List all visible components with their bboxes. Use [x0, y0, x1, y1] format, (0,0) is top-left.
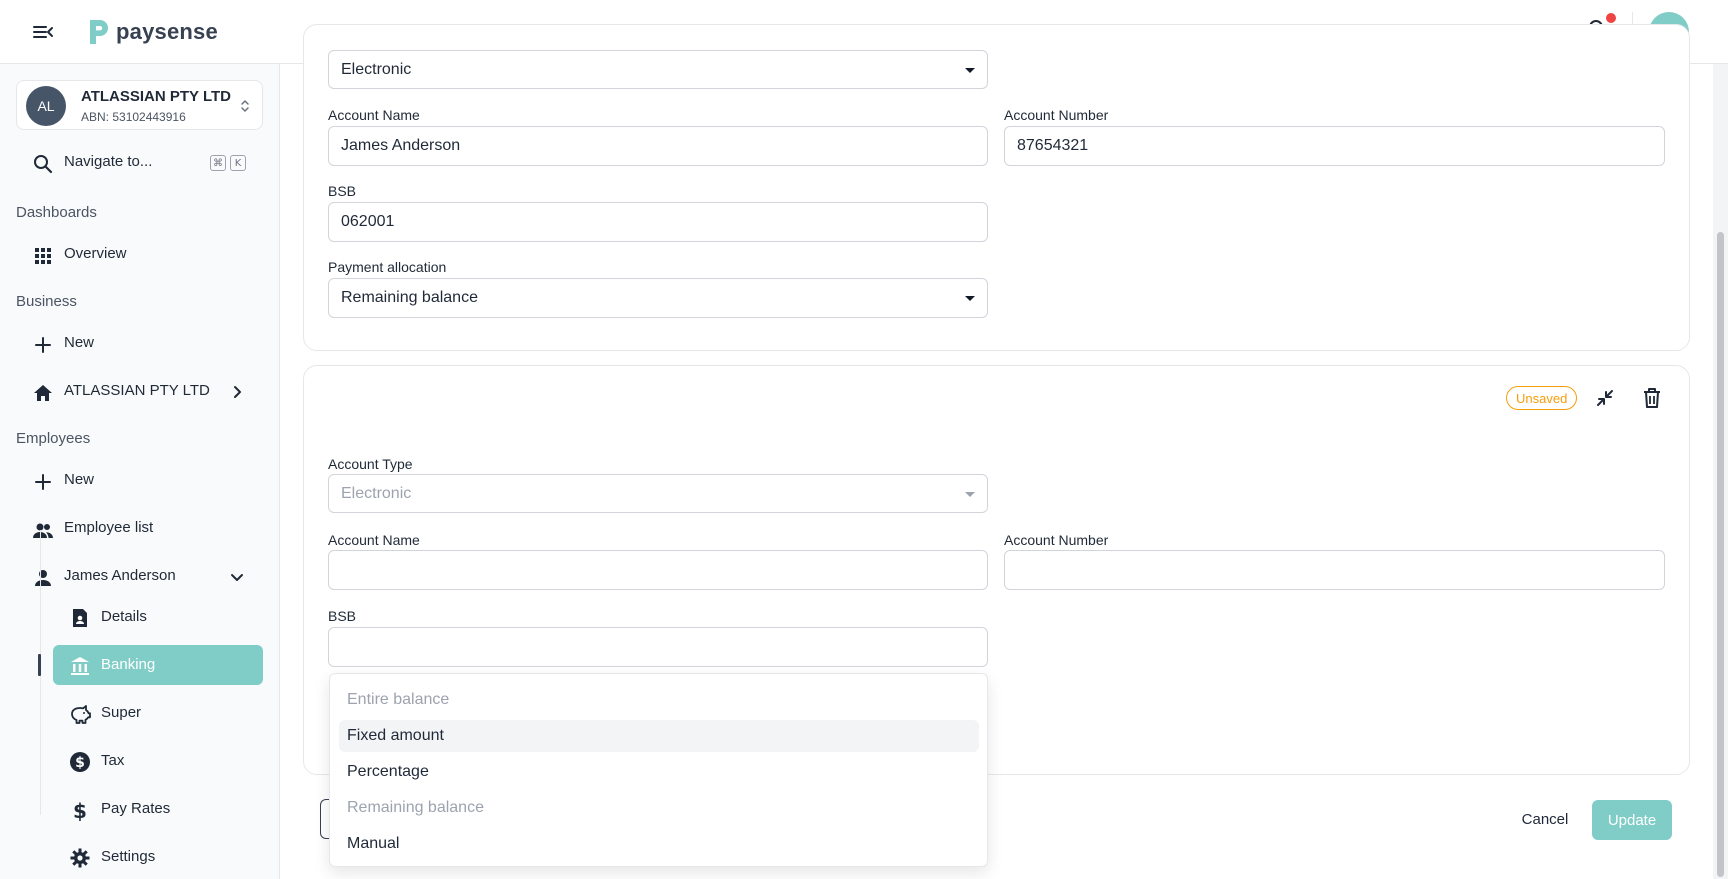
payment-allocation-dropdown: Entire balance Fixed amount Percentage R… — [329, 673, 988, 867]
brand-name: paysense — [116, 19, 218, 44]
sidebar-item-label: Tax — [101, 752, 125, 769]
dropdown-option-entire-balance: Entire balance — [347, 691, 450, 708]
collapse-icon[interactable] — [1591, 384, 1619, 412]
sidebar-item-label: ATLASSIAN PTY LTD — [64, 382, 210, 399]
dropdown-option-fixed-amount[interactable]: Fixed amount — [339, 720, 979, 752]
section-dashboards: Dashboards — [16, 204, 97, 221]
account-name-label-2: Account Name — [328, 532, 420, 548]
section-employees: Employees — [16, 430, 91, 447]
dollar-circle-icon: $ — [69, 751, 91, 773]
caret-down-icon — [965, 68, 975, 73]
sidebar-item-employee-list[interactable]: Employee list — [32, 516, 248, 542]
org-abn: ABN: 53102443916 — [81, 110, 186, 124]
bank-icon — [69, 655, 91, 677]
account-type-select-2[interactable]: Electronic — [328, 474, 988, 513]
sidebar-item-employee-james[interactable]: James Anderson — [32, 564, 248, 590]
dropdown-option-percentage[interactable]: Percentage — [339, 756, 979, 788]
org-name: ATLASSIAN PTY LTD — [81, 88, 231, 105]
bsb-input-1[interactable]: 062001 — [328, 202, 988, 242]
trash-icon[interactable] — [1638, 384, 1666, 412]
sidebar-item-tax[interactable]: $ Tax — [53, 741, 263, 781]
sidebar-item-label: Employee list — [64, 519, 154, 536]
account-number-input-2[interactable] — [1004, 550, 1665, 590]
navigate-label: Navigate to... — [64, 153, 153, 170]
shortcut-k-key: K — [230, 155, 246, 171]
person-icon — [32, 567, 54, 589]
dropdown-option-manual[interactable]: Manual — [339, 828, 979, 860]
sidebar-item-label: New — [64, 334, 95, 351]
account-type-placeholder: Electronic — [341, 485, 412, 502]
navigate-search[interactable]: Navigate to... ⌘ K — [32, 150, 248, 176]
active-indicator — [38, 654, 41, 676]
sidebar-item-business-org[interactable]: ATLASSIAN PTY LTD — [32, 379, 248, 405]
svg-text:$: $ — [75, 755, 85, 771]
document-person-icon — [69, 607, 91, 629]
sidebar-item-business-new[interactable]: New — [32, 331, 248, 357]
account-type-label-2: Account Type — [328, 456, 413, 472]
payment-allocation-select-1[interactable]: Remaining balance — [328, 278, 988, 318]
account-type-value: Electronic — [341, 61, 412, 78]
dollar-icon: $ — [69, 799, 91, 823]
sidebar-item-label: Details — [101, 608, 147, 625]
sidebar-item-label: James Anderson — [64, 567, 176, 584]
sidebar-item-label: New — [64, 471, 95, 488]
sidebar-item-settings[interactable]: Settings — [53, 837, 263, 877]
plus-icon — [32, 334, 54, 356]
org-avatar: AL — [26, 86, 66, 126]
sidebar-item-pay-rates[interactable]: $ Pay Rates — [53, 789, 263, 829]
notification-dot — [1606, 13, 1616, 23]
payment-allocation-label-1: Payment allocation — [328, 259, 447, 275]
sidebar-item-employees-new[interactable]: New — [32, 468, 248, 494]
plus-icon — [32, 471, 54, 493]
caret-down-icon — [965, 492, 975, 497]
svg-text:$: $ — [73, 799, 87, 821]
payment-allocation-value: Remaining balance — [341, 289, 478, 306]
sidebar-item-super[interactable]: Super — [53, 693, 263, 733]
scrollbar-thumb[interactable] — [1717, 232, 1724, 877]
account-name-input-1[interactable]: James Anderson — [328, 126, 988, 166]
account-name-label-1: Account Name — [328, 107, 420, 123]
bsb-label-1: BSB — [328, 183, 357, 199]
sidebar-item-overview[interactable]: Overview — [32, 242, 248, 268]
chevron-right-icon — [228, 383, 246, 401]
paysense-logo-icon — [90, 20, 108, 44]
sidebar-item-label: Pay Rates — [101, 800, 171, 817]
people-icon — [32, 519, 54, 541]
brand-logo[interactable]: paysense — [86, 16, 218, 48]
sidebar-item-label: Overview — [64, 245, 127, 262]
menu-collapse-icon[interactable] — [31, 21, 55, 43]
sidebar-item-label: Settings — [101, 848, 156, 865]
bsb-label-2: BSB — [328, 608, 357, 624]
sidebar-item-label: Super — [101, 704, 142, 721]
shortcut-mod-key: ⌘ — [210, 155, 226, 171]
sidebar: AL ATLASSIAN PTY LTD ABN: 53102443916 Na… — [0, 64, 280, 879]
unsaved-status-badge: Unsaved — [1506, 386, 1578, 410]
caret-down-icon — [965, 296, 975, 301]
account-name-input-2[interactable] — [328, 550, 988, 590]
account-number-input-1[interactable]: 87654321 — [1004, 126, 1665, 166]
grid-icon — [32, 245, 54, 267]
sidebar-item-details[interactable]: Details — [53, 597, 263, 637]
chevron-down-icon — [228, 568, 246, 586]
account-number-label-2: Account Number — [1004, 532, 1109, 548]
section-business: Business — [16, 293, 77, 310]
gear-icon — [69, 847, 91, 869]
sidebar-item-banking[interactable]: Banking — [53, 645, 263, 685]
bsb-input-2[interactable] — [328, 627, 988, 667]
home-icon — [32, 382, 54, 404]
piggy-bank-icon — [69, 703, 91, 725]
search-icon — [32, 153, 54, 175]
sidebar-item-label: Banking — [101, 656, 156, 673]
org-switcher[interactable]: AL ATLASSIAN PTY LTD ABN: 53102443916 — [16, 80, 263, 130]
account-type-select-1[interactable]: Electronic — [328, 50, 988, 89]
cancel-button[interactable]: Cancel — [1512, 800, 1578, 838]
update-button[interactable]: Update — [1592, 800, 1672, 840]
account-number-label-1: Account Number — [1004, 107, 1109, 123]
chevron-up-down-icon — [240, 96, 250, 116]
dropdown-option-remaining-balance: Remaining balance — [347, 799, 484, 816]
